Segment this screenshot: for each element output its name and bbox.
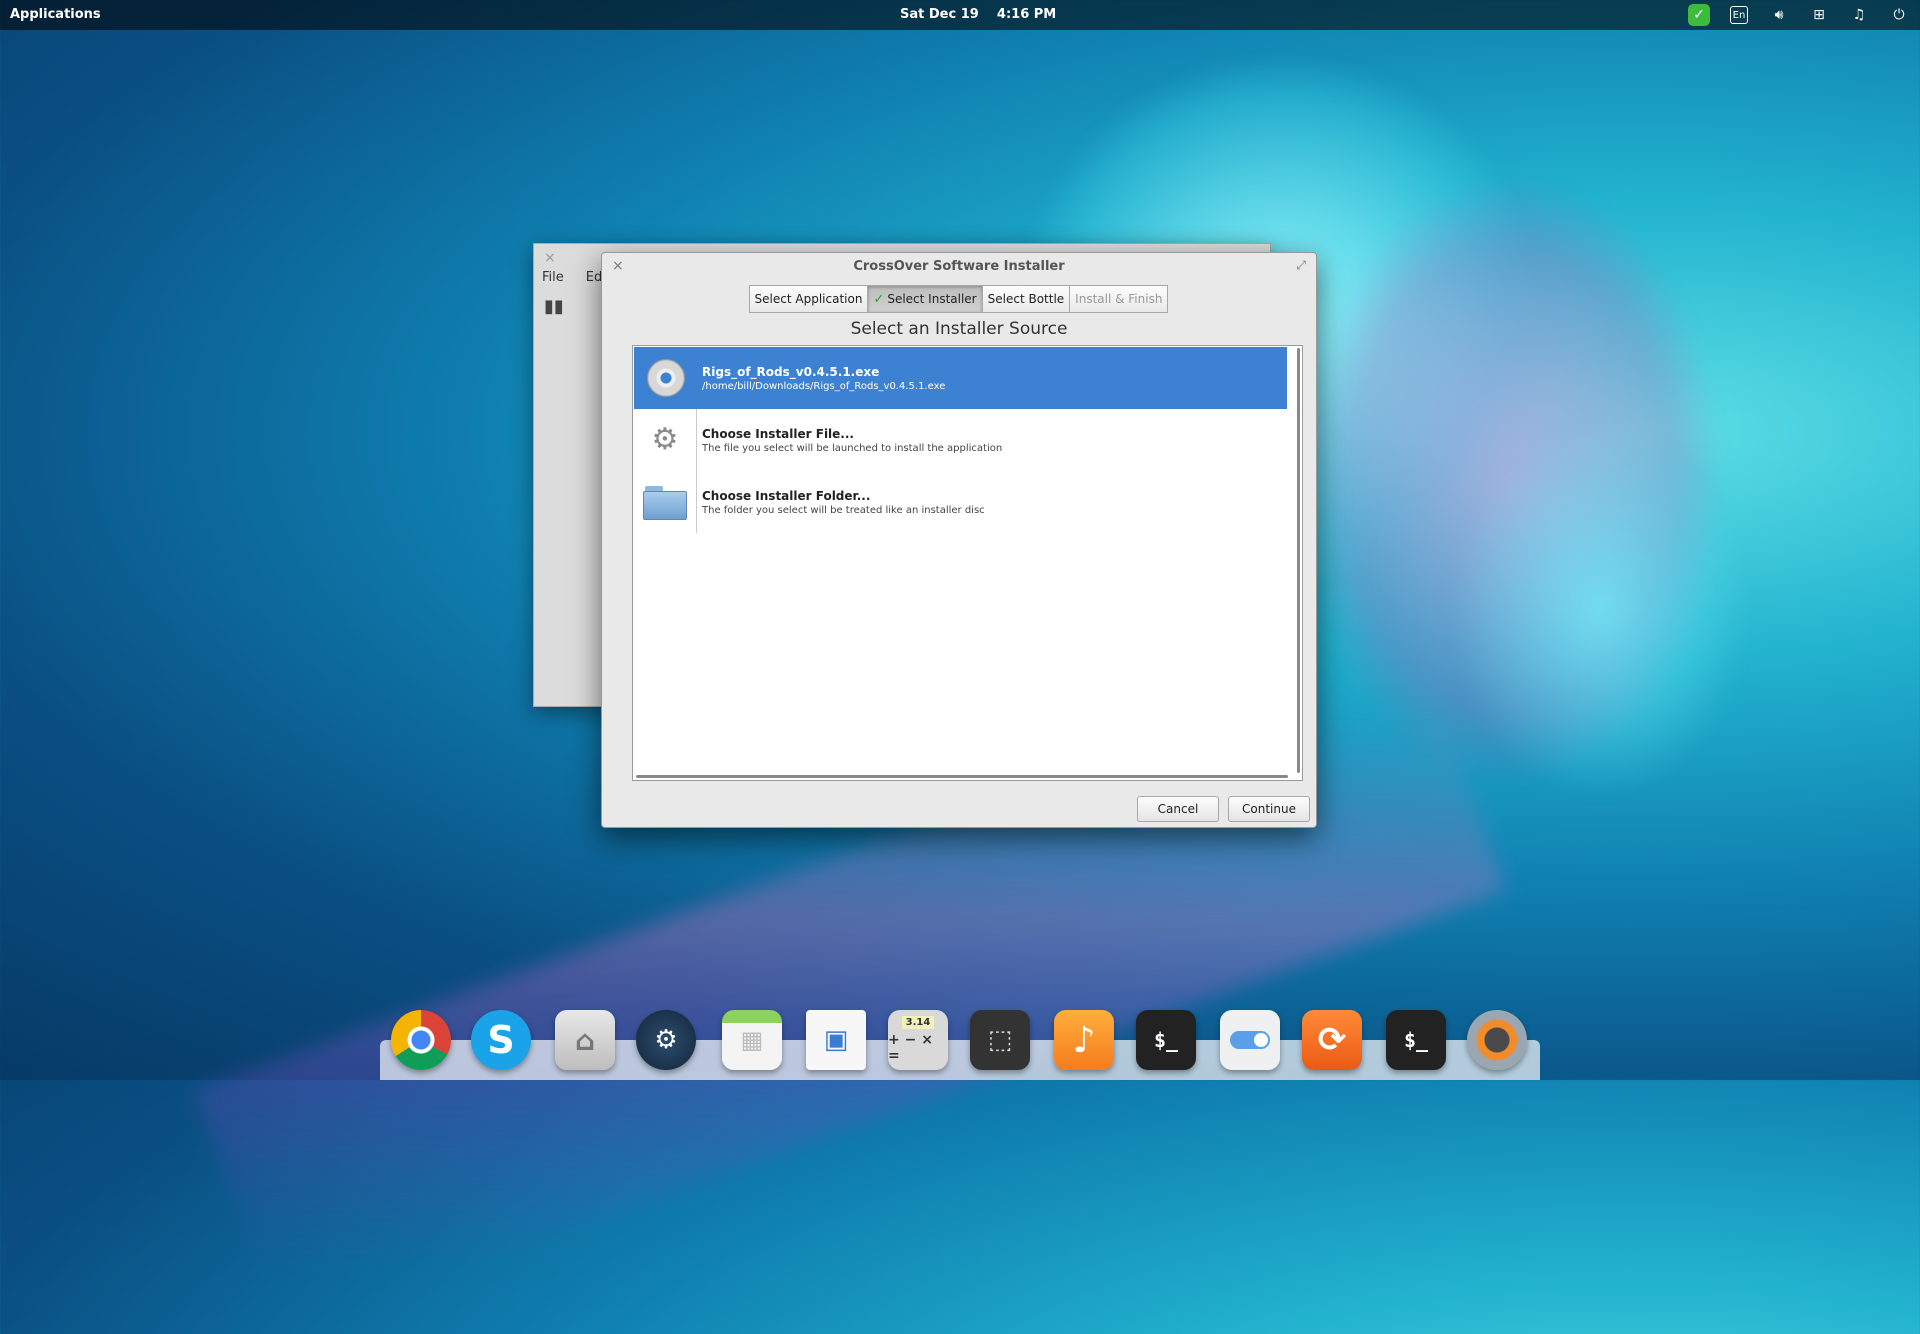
item-title: Rigs_of_Rods_v0.4.5.1.exe: [702, 364, 880, 379]
power-icon[interactable]: ⏻: [1888, 4, 1910, 26]
row-icon-cell: [634, 471, 697, 533]
system-tray: ✓ En 🔊︎ ⊞ ♫︎ ⏻: [1688, 4, 1910, 26]
horizontal-scrollbar[interactable]: [636, 775, 1288, 778]
row-text: Choose Installer Folder... The folder yo…: [697, 489, 985, 516]
chrome-icon[interactable]: [391, 1010, 451, 1070]
item-subtitle: The folder you select will be treated li…: [702, 504, 985, 516]
clock-time: 4:16 PM: [996, 7, 1057, 22]
check-icon[interactable]: ✓: [1688, 4, 1710, 26]
item-subtitle: The file you select will be launched to …: [702, 442, 1003, 454]
maximize-icon[interactable]: ⤢: [1296, 258, 1306, 273]
tab-select-bottle[interactable]: Select Bottle: [981, 285, 1071, 313]
crossover-icon[interactable]: [1467, 1010, 1527, 1070]
toggle-switch-icon: [1230, 1031, 1270, 1049]
continue-button[interactable]: Continue: [1228, 796, 1310, 822]
row-icon-cell: ⚙: [634, 409, 697, 471]
clock[interactable]: Sat Dec 19 4:16 PM: [900, 7, 1056, 22]
vertical-scrollbar[interactable]: [1297, 348, 1300, 773]
music-icon[interactable]: ♪: [1054, 1010, 1114, 1070]
row-text: Rigs_of_Rods_v0.4.5.1.exe /home/bill/Dow…: [697, 365, 945, 392]
menu-file[interactable]: File: [542, 270, 564, 285]
keyboard-layout-icon[interactable]: En: [1728, 4, 1750, 26]
screenshot-icon[interactable]: ⬚: [970, 1010, 1030, 1070]
item-subtitle: /home/bill/Downloads/Rigs_of_Rods_v0.4.5…: [702, 380, 946, 392]
switchboard-icon[interactable]: [1220, 1010, 1280, 1070]
item-title: Choose Installer File...: [702, 426, 854, 441]
page-heading: Select an Installer Source: [850, 319, 1068, 339]
image-viewer-icon[interactable]: ▣: [806, 1010, 866, 1070]
list-item-installer-exe[interactable]: Rigs_of_Rods_v0.4.5.1.exe /home/bill/Dow…: [634, 347, 1287, 409]
step-label: Select Installer: [887, 292, 977, 306]
wallpaper-jellyfish-fringe: [1450, 420, 1750, 800]
keyboard-layout-label: En: [1730, 6, 1748, 24]
applications-menu[interactable]: Applications: [10, 7, 101, 22]
checkmark-icon: ✓: [873, 291, 885, 307]
tab-select-application[interactable]: Select Application: [748, 285, 869, 313]
top-panel: Applications Sat Dec 19 4:16 PM ✓ En 🔊︎ …: [0, 0, 1920, 30]
notifications-icon[interactable]: ♫︎: [1848, 4, 1870, 26]
list-item-choose-folder[interactable]: Choose Installer Folder... The folder yo…: [634, 471, 1287, 533]
tab-install-finish[interactable]: Install & Finish: [1069, 285, 1169, 313]
tab-select-installer[interactable]: ✓ Select Installer: [867, 285, 983, 313]
calculator-keys: + − × =: [888, 1032, 933, 1064]
disc-icon: [646, 359, 685, 397]
step-label: Install & Finish: [1075, 292, 1163, 306]
list-item-choose-file[interactable]: ⚙ Choose Installer File... The file you …: [634, 409, 1287, 471]
calculator-display: 3.14: [901, 1016, 935, 1029]
bottles-icon[interactable]: ▮▮: [544, 296, 568, 320]
row-icon-cell: [634, 347, 697, 409]
network-icon[interactable]: ⊞: [1808, 4, 1830, 26]
item-title: Choose Installer Folder...: [702, 488, 871, 503]
dock: [380, 1040, 1540, 1080]
skype-icon[interactable]: S: [471, 1010, 531, 1070]
step-label: Select Bottle: [987, 292, 1065, 306]
installer-dialog: × CrossOver Software Installer ⤢ Select …: [601, 252, 1317, 828]
folder-icon: [643, 484, 687, 520]
step-tabs: Select Application ✓ Select Installer Sel…: [602, 285, 1316, 313]
gears-icon: ⚙: [651, 422, 679, 457]
dialog-title: CrossOver Software Installer: [853, 259, 1065, 274]
terminal-icon[interactable]: $_: [1136, 1010, 1196, 1070]
row-text: Choose Installer File... The file you se…: [697, 427, 1002, 454]
clock-date: Sat Dec 19: [900, 7, 979, 22]
close-icon[interactable]: ×: [544, 250, 556, 266]
calendar-icon[interactable]: ▦: [722, 1010, 782, 1070]
terminal-icon[interactable]: $_: [1386, 1010, 1446, 1070]
step-label: Select Application: [754, 292, 863, 306]
installer-source-list: Rigs_of_Rods_v0.4.5.1.exe /home/bill/Dow…: [632, 345, 1303, 781]
update-icon[interactable]: ⟳: [1302, 1010, 1362, 1070]
steam-icon[interactable]: ⚙: [636, 1010, 696, 1070]
cancel-button[interactable]: Cancel: [1137, 796, 1219, 822]
calculator-icon[interactable]: 3.14 + − × =: [888, 1010, 948, 1070]
volume-icon[interactable]: 🔊︎: [1768, 4, 1790, 26]
files-icon[interactable]: ⌂: [555, 1010, 615, 1070]
